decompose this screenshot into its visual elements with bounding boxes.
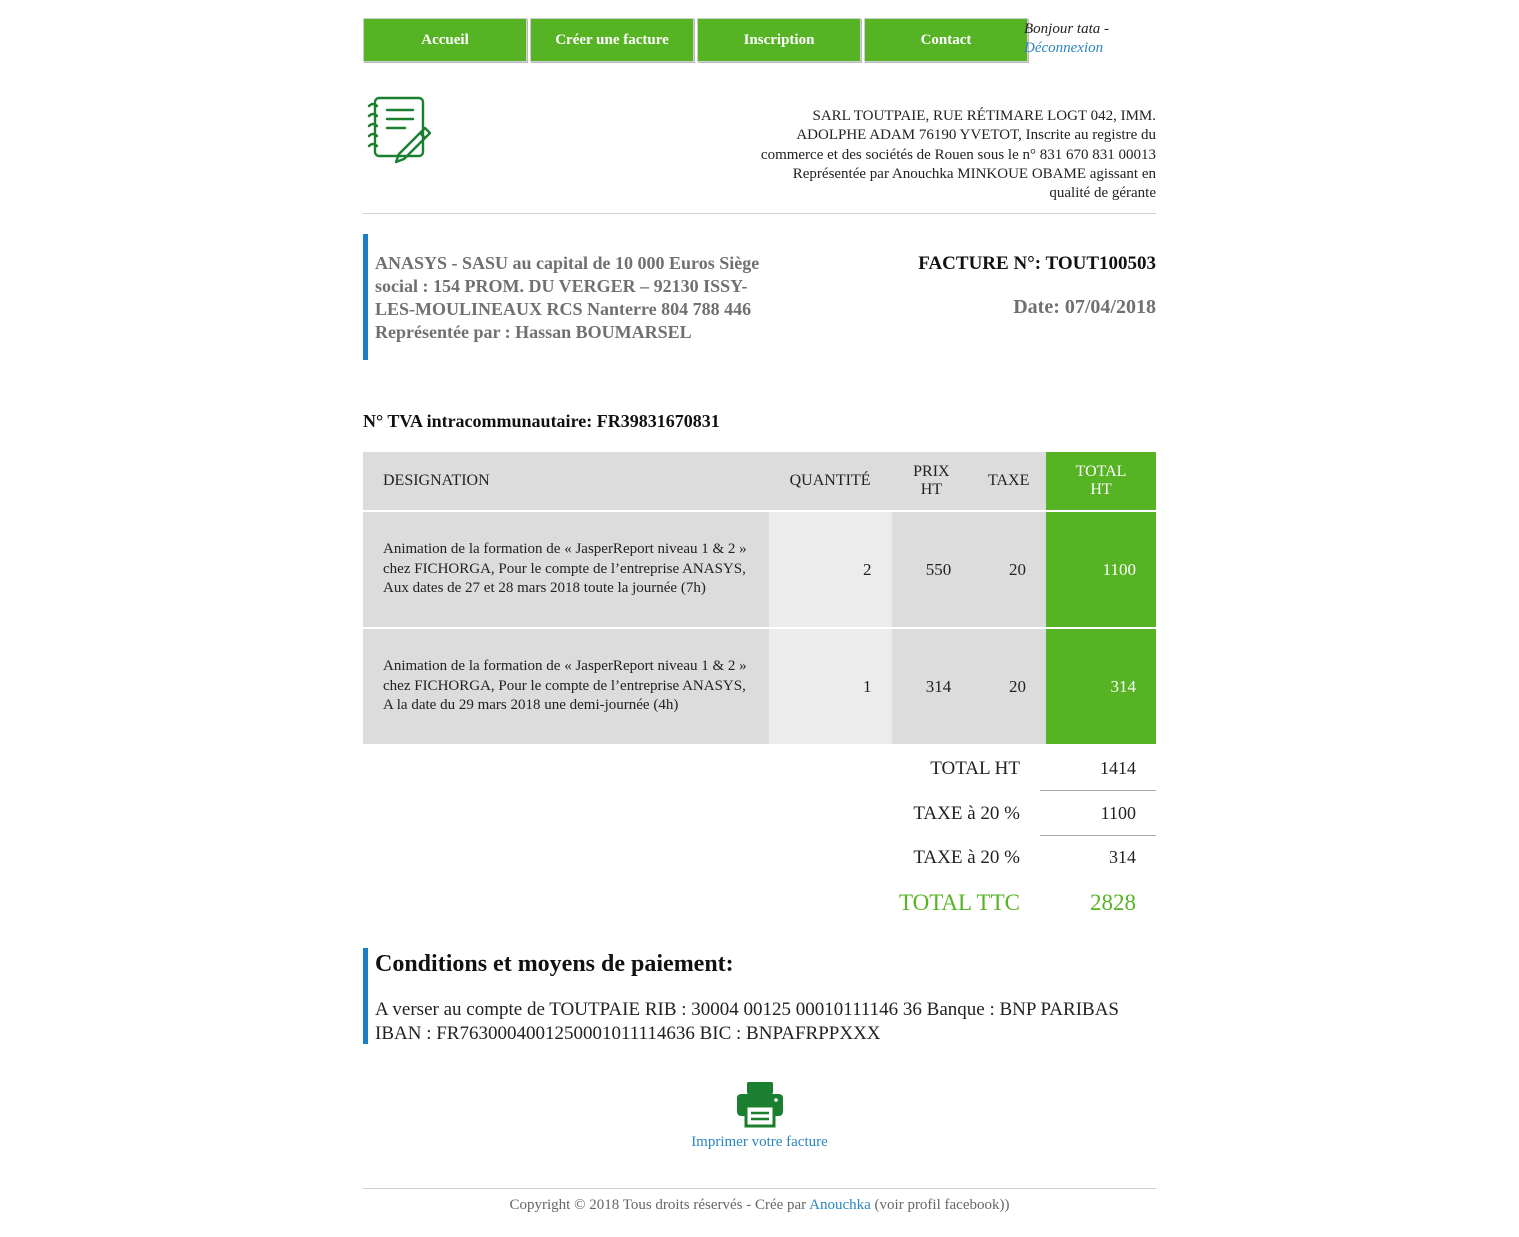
footer-suffix: (voir profil facebook)) [874, 1197, 1010, 1213]
header-quantite: QUANTITÉ [768, 452, 892, 511]
payment-conditions: Conditions et moyens de paiement: A vers… [363, 948, 1156, 1044]
client-info: ANASYS - SASU au capital de 10 000 Euros… [363, 234, 783, 360]
tax-divider [1040, 835, 1156, 836]
total-ttc-label: TOTAL TTC [898, 890, 1020, 915]
table-row: Animation de la formation de « JasperRep… [363, 511, 1156, 628]
tax1-label: TAXE à 20 % [913, 803, 1020, 824]
table-header-row: DESIGNATION QUANTITÉ PRIX HT TAXE TOTAL … [363, 452, 1156, 511]
header-divider [363, 213, 1156, 214]
tax1-row: TAXE à 20 % 1100 [363, 803, 1156, 847]
top-nav: Accueil Créer une facture Inscription Co… [363, 18, 1031, 62]
row-taxe: 20 [971, 511, 1047, 628]
company-info: SARL TOUTPAIE, RUE RÉTIMARE LOGT 042, IM… [760, 108, 1156, 202]
total-divider [1040, 790, 1156, 791]
header-designation: DESIGNATION [363, 452, 769, 511]
tax1-value: 1100 [1100, 803, 1136, 823]
printer-icon[interactable] [735, 1080, 785, 1128]
greeting-text: Bonjour tata - [1024, 21, 1109, 37]
row-designation: Animation de la formation de « JasperRep… [363, 628, 769, 744]
payment-text: A verser au compte de TOUTPAIE RIB : 300… [375, 999, 1119, 1044]
row-quantite: 1 [768, 628, 892, 744]
footer: Copyright © 2018 Tous droits réservés - … [363, 1197, 1156, 1214]
total-ttc-value: 2828 [1090, 890, 1136, 915]
row-total-ht: 1100 [1046, 511, 1156, 628]
notepad-pencil-icon [367, 96, 431, 164]
row-designation: Animation de la formation de « JasperRep… [363, 511, 769, 628]
total-ht-value: 1414 [1100, 758, 1136, 778]
nav-accueil-button[interactable]: Accueil [363, 18, 527, 62]
nav-contact-button[interactable]: Contact [864, 18, 1028, 62]
tax2-row: TAXE à 20 % 314 [363, 847, 1156, 891]
table-row: Animation de la formation de « JasperRep… [363, 628, 1156, 744]
row-prix-ht: 314 [891, 628, 972, 744]
footer-author-link[interactable]: Anouchka [809, 1197, 871, 1213]
header-total-ht: TOTAL HT [1046, 452, 1156, 511]
invoice-number: FACTURE N°: TOUT100503 [918, 253, 1156, 274]
row-total-ht: 314 [1046, 628, 1156, 744]
print-invoice-link[interactable]: Imprimer votre facture [363, 1134, 1156, 1151]
footer-copyright: Copyright © 2018 Tous droits réservés - … [509, 1197, 807, 1213]
logout-link[interactable]: Déconnexion [1024, 40, 1103, 56]
header-prix-ht: PRIX HT [891, 452, 972, 511]
tax2-value: 314 [1109, 847, 1136, 867]
row-prix-ht: 550 [891, 511, 972, 628]
total-ht-row: TOTAL HT 1414 [363, 758, 1156, 802]
nav-create-invoice-button[interactable]: Créer une facture [530, 18, 694, 62]
invoice-table: DESIGNATION QUANTITÉ PRIX HT TAXE TOTAL … [363, 452, 1156, 744]
row-quantite: 2 [768, 511, 892, 628]
footer-divider [363, 1188, 1156, 1189]
payment-title: Conditions et moyens de paiement: [375, 951, 734, 977]
total-ht-label: TOTAL HT [930, 758, 1020, 779]
tax2-label: TAXE à 20 % [913, 847, 1020, 868]
user-greeting: Bonjour tata - Déconnexion [1024, 20, 1164, 58]
row-taxe: 20 [971, 628, 1047, 744]
nav-inscription-button[interactable]: Inscription [697, 18, 861, 62]
invoice-date: Date: 07/04/2018 [1013, 296, 1156, 318]
tva-number: N° TVA intracommunautaire: FR39831670831 [363, 411, 720, 431]
header-taxe: TAXE [971, 452, 1047, 511]
